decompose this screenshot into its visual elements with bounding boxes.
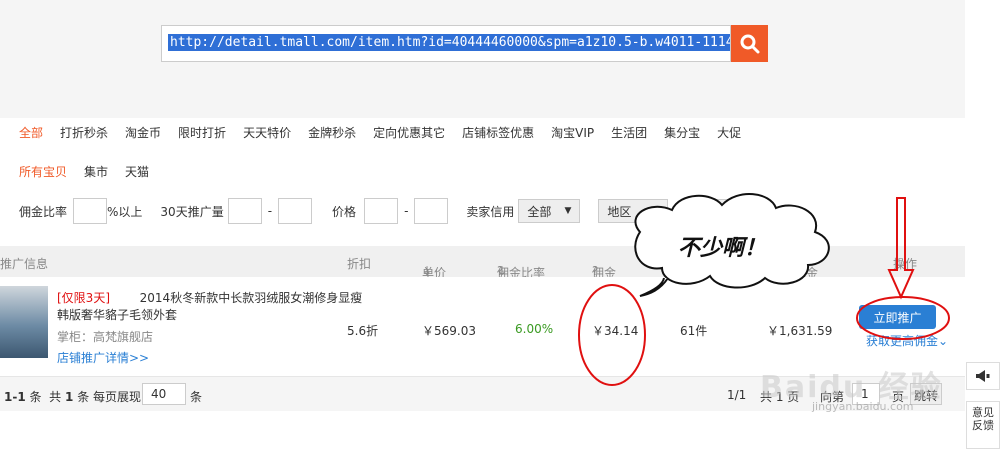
search-icon (740, 34, 759, 53)
confirm-button[interactable]: 确定 (692, 199, 739, 223)
commission-label: 佣金比率 (19, 204, 68, 219)
tab-timed-discount[interactable]: 限时打折 (178, 124, 226, 141)
url-selection: http://detail.tmall.com/item.htm?id=4044… (168, 34, 730, 51)
per-page-label: 每页展现 (93, 390, 142, 404)
discount-value: 5.6折 (347, 324, 379, 338)
region-value: 地区 (607, 204, 632, 219)
tab-discount-flash[interactable]: 打折秒杀 (60, 124, 108, 141)
header-info: 推广信息 (0, 257, 49, 271)
product-title[interactable]: [仅限3天] 2014秋冬新款中长款羽绒服女潮修身显瘦 (57, 289, 362, 306)
credit-select[interactable]: 全部 ▼ (518, 199, 581, 223)
table-header: 推广信息 折扣 单价 ↓ 佣金比率 ↓ ? 佣金 ? 30天推 支出佣金 ↓ 操作 (0, 246, 965, 280)
help-icon: ? (592, 264, 599, 278)
promote-now-button[interactable]: 立即推广 (859, 305, 936, 329)
megaphone-icon (976, 370, 990, 382)
promo-count-value: 61件 (680, 324, 708, 338)
promo-label: 30天推广量 (160, 204, 224, 219)
price-value: ￥569.03 (422, 324, 476, 338)
tab-big-promo[interactable]: 大促 (717, 124, 741, 141)
total-spend-value: ￥1,631.59 (767, 324, 833, 338)
product-title-line2[interactable]: 韩版奢华貉子毛领外套 (57, 306, 177, 323)
rate-value: 6.00% (515, 322, 554, 336)
promo-dash: - (267, 204, 273, 218)
more-commission-link[interactable]: 获取更高佣金⌄ (866, 332, 948, 349)
tab-all[interactable]: 全部 (19, 124, 43, 141)
shop-name: 掌柜：高梵旗舰店 (57, 330, 154, 344)
credit-value: 全部 (527, 204, 552, 219)
help-icon: ? (497, 264, 504, 278)
sort-down-icon: ↓ (422, 264, 433, 278)
tab-targeted-other[interactable]: 定向优惠其它 (373, 124, 445, 141)
tab-shop-tag[interactable]: 店铺标签优惠 (462, 124, 534, 141)
result-count: 1-1 条 共 1 条 (4, 390, 90, 404)
credit-label: 卖家信用 (466, 204, 515, 219)
per-page-unit: 条 (190, 390, 203, 404)
search-input[interactable]: http://detail.tmall.com/item.htm?id=4044… (161, 25, 731, 62)
commission-suffix: %以上 (107, 204, 143, 219)
tab-taojinbi[interactable]: 淘金币 (125, 124, 161, 141)
header-discount[interactable]: 折扣 (347, 255, 371, 272)
commission-input[interactable] (73, 198, 108, 224)
region-select[interactable]: 地区 ▼ (598, 199, 669, 223)
tab-life-group[interactable]: 生活团 (611, 124, 647, 141)
product-thumbnail[interactable] (0, 286, 48, 358)
tab-daily-special[interactable]: 天天特价 (243, 124, 291, 141)
promo-tag: [仅限3天] (57, 291, 110, 305)
filter-row: 佣金比率 %以上 30天推广量 - 价格 - 卖家信用 全部 ▼ 地区 ▼ 确定 (19, 198, 739, 224)
tab-market[interactable]: 集市 (84, 163, 108, 180)
price-dash: - (404, 204, 409, 218)
chevron-down-icon: ⌄ (938, 334, 949, 348)
search-bar-area: http://detail.tmall.com/item.htm?id=4044… (0, 0, 965, 118)
product-title-line1: 2014秋冬新款中长款羽绒服女潮修身显瘦 (139, 291, 363, 305)
price-min-input[interactable] (364, 198, 399, 224)
sort-down-icon: ↓ (770, 264, 781, 278)
promo-min-input[interactable] (227, 198, 262, 224)
tab-tmall[interactable]: 天猫 (125, 163, 149, 180)
feedback-button[interactable]: 意见反馈 (966, 401, 1000, 449)
header-action: 操作 (893, 257, 918, 271)
chevron-down-icon: ▼ (652, 206, 660, 216)
chevron-down-icon: ▼ (564, 206, 572, 216)
announcement-button[interactable] (966, 362, 1000, 390)
watermark-url: jingyan.baidu.com (812, 400, 914, 413)
category-tabs: 全部 打折秒杀 淘金币 限时打折 天天特价 金牌秒杀 定向优惠其它 店铺标签优惠… (19, 124, 758, 141)
tab-gold-flash[interactable]: 金牌秒杀 (308, 124, 356, 141)
per-page-select[interactable]: 40 (142, 383, 186, 405)
search-button[interactable] (731, 25, 768, 62)
tab-all-items[interactable]: 所有宝贝 (19, 163, 67, 180)
tab-taobao-vip[interactable]: 淘宝VIP (551, 124, 594, 141)
promo-max-input[interactable] (278, 198, 313, 224)
price-max-input[interactable] (414, 198, 449, 224)
shop-type-tabs: 所有宝贝 集市 天猫 (19, 163, 166, 180)
commission-value: ￥34.14 (592, 324, 639, 338)
page-info: 1/1 (727, 388, 747, 402)
shop-promo-link[interactable]: 店铺推广详情>> (57, 349, 149, 366)
price-label: 价格 (332, 204, 357, 219)
tab-jifenbao[interactable]: 集分宝 (664, 124, 700, 141)
annotation-bubble-text: 不少啊！ (678, 236, 767, 261)
